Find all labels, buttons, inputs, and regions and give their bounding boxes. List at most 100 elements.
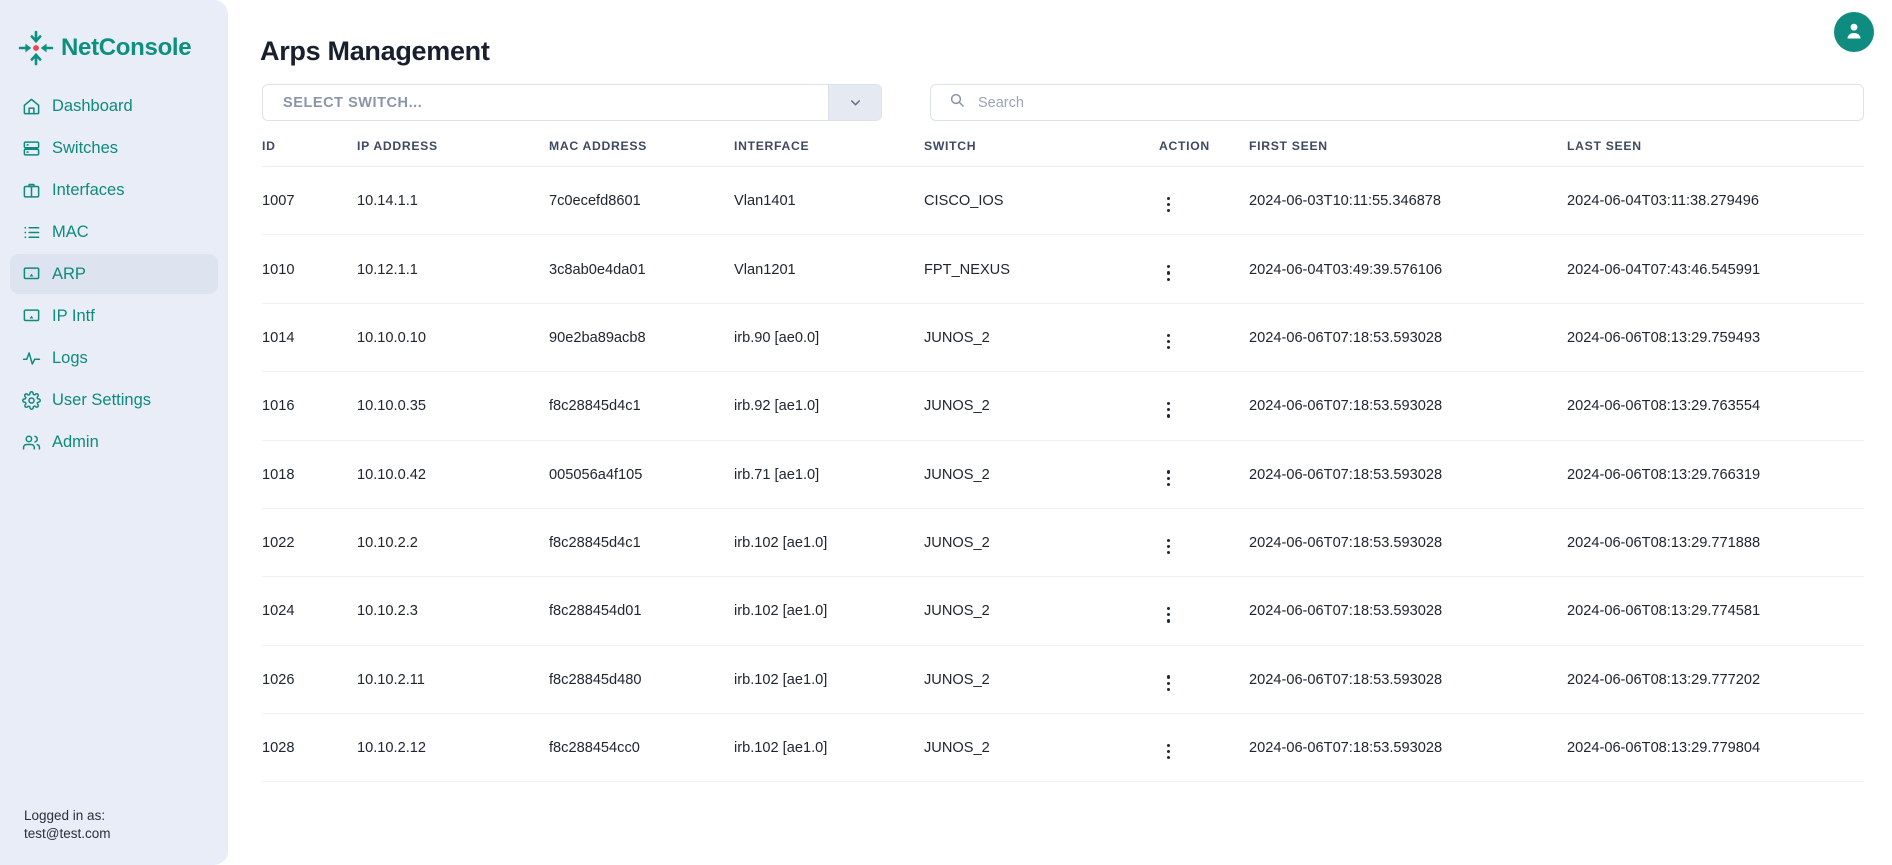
cell-action — [1159, 576, 1249, 646]
kebab-menu-icon[interactable] — [1159, 400, 1180, 420]
kebab-menu-icon[interactable] — [1159, 673, 1180, 693]
cell-switch: CISCO_IOS — [924, 166, 1159, 236]
sidebar-item-arp[interactable]: ARP — [10, 254, 218, 294]
cell-interface: Vlan1401 — [734, 166, 924, 236]
cell-switch: JUNOS_2 — [924, 440, 1159, 509]
sidebar-item-dashboard[interactable]: Dashboard — [10, 86, 218, 126]
cell-ip: 10.10.2.3 — [357, 576, 549, 646]
cell-interface: irb.102 [ae1.0] — [734, 576, 924, 646]
sidebar-item-ip-intf[interactable]: IP Intf — [10, 296, 218, 336]
cell-last-seen: 2024-06-04T07:43:46.545991 — [1567, 234, 1864, 304]
cell-action — [1159, 645, 1249, 715]
kebab-menu-icon[interactable] — [1159, 332, 1180, 352]
column-header-first-seen[interactable]: FIRST SEEN — [1249, 139, 1567, 167]
cell-last-seen: 2024-06-06T08:13:29.777202 — [1567, 645, 1864, 715]
table-row[interactable]: 1007 10.14.1.1 7c0ecefd8601 Vlan1401 CISCO_I… — [262, 166, 1864, 236]
cell-ip: 10.10.0.42 — [357, 440, 549, 509]
cell-first-seen: 2024-06-06T07:18:53.593028 — [1249, 713, 1567, 783]
sidebar-item-user-settings[interactable]: User Settings — [10, 380, 218, 420]
column-header-id[interactable]: ID — [262, 139, 357, 167]
cell-first-seen: 2024-06-06T07:18:53.593028 — [1249, 371, 1567, 441]
converge-arrows-icon — [18, 30, 54, 66]
column-header-switch[interactable]: SWITCH — [924, 139, 1159, 167]
sidebar-item-label: Interfaces — [52, 180, 125, 199]
cell-mac: 7c0ecefd8601 — [549, 166, 734, 236]
search-input[interactable] — [978, 85, 1849, 120]
main-content: Arps Management SELECT SWITCH... Search … — [228, 0, 1892, 865]
sidebar-item-logs[interactable]: Logs — [10, 338, 218, 378]
column-header-mac[interactable]: MAC ADDRESS — [549, 139, 734, 167]
switch-select-value[interactable]: SELECT SWITCH... — [263, 85, 828, 120]
logged-in-email: test@test.com — [24, 826, 111, 842]
table-row[interactable]: 1028 10.10.2.12 f8c288454cc0 irb.102 [ae1.0… — [262, 713, 1864, 783]
kebab-menu-icon[interactable] — [1159, 742, 1180, 762]
column-header-interface[interactable]: INTERFACE — [734, 139, 924, 167]
cell-switch: JUNOS_2 — [924, 303, 1159, 373]
kebab-menu-icon[interactable] — [1159, 468, 1180, 488]
search-icon — [949, 92, 965, 113]
monitor-icon — [22, 307, 41, 326]
cell-switch: JUNOS_2 — [924, 371, 1159, 441]
sidebar-item-label: Switches — [52, 138, 119, 157]
cell-first-seen: 2024-06-06T07:18:53.593028 — [1249, 576, 1567, 646]
sidebar-item-switches[interactable]: Switches — [10, 128, 218, 168]
cell-mac: f8c28845d4c1 — [549, 371, 734, 441]
cell-mac: f8c28845d4c1 — [549, 508, 734, 578]
table-row[interactable]: 1022 10.10.2.2 f8c28845d4c1 irb.102 [ae1.0]… — [262, 508, 1864, 578]
sidebar: NetConsole Dashboard Switches Interfaces… — [0, 0, 228, 865]
table-row[interactable]: 1010 10.12.1.1 3c8ab0e4da01 Vlan1201 FPT_NEX… — [262, 234, 1864, 304]
table-row[interactable]: 1026 10.10.2.11 f8c28845d480 irb.102 [ae1.0… — [262, 645, 1864, 715]
user-avatar-button[interactable] — [1834, 12, 1874, 52]
cell-id: 1007 — [262, 166, 357, 236]
cell-interface: irb.71 [ae1.0] — [734, 440, 924, 509]
list-icon — [22, 223, 41, 242]
cell-mac: f8c28845d480 — [549, 645, 734, 715]
cell-last-seen: 2024-06-06T08:13:29.763554 — [1567, 371, 1864, 441]
cell-last-seen: 2024-06-06T08:13:29.771888 — [1567, 508, 1864, 578]
cell-first-seen: 2024-06-06T07:18:53.593028 — [1249, 303, 1567, 373]
table-row[interactable]: 1024 10.10.2.3 f8c288454d01 irb.102 [ae1.0]… — [262, 576, 1864, 646]
sidebar-nav: Dashboard Switches Interfaces MAC ARP IP… — [0, 80, 228, 462]
cell-action — [1159, 234, 1249, 304]
cell-action — [1159, 303, 1249, 373]
sidebar-item-label: Dashboard — [52, 96, 133, 115]
kebab-menu-icon[interactable] — [1159, 605, 1180, 625]
cell-ip: 10.10.2.2 — [357, 508, 549, 578]
cell-interface: irb.102 [ae1.0] — [734, 713, 924, 783]
table-row[interactable]: 1014 10.10.0.10 90e2ba89acb8 irb.90 [ae0.0]… — [262, 303, 1864, 373]
sidebar-item-interfaces[interactable]: Interfaces — [10, 170, 218, 210]
cell-ip: 10.10.2.11 — [357, 645, 549, 715]
search-box[interactable] — [930, 84, 1864, 121]
cell-ip: 10.12.1.1 — [357, 234, 549, 304]
table-head: ID IP ADDRESS MAC ADDRESS INTERFACE SWIT… — [262, 139, 1864, 167]
logged-in-label: Logged in as: — [24, 808, 106, 824]
gear-icon — [22, 390, 41, 410]
cell-mac: f8c288454cc0 — [549, 713, 734, 783]
table-row[interactable]: 1018 10.10.0.42 005056a4f105 irb.71 [ae1.0]… — [262, 440, 1864, 509]
sidebar-item-label: ARP — [52, 264, 86, 283]
switch-select[interactable]: SELECT SWITCH... — [262, 84, 882, 121]
cell-action — [1159, 508, 1249, 578]
cell-id: 1026 — [262, 645, 357, 715]
chevron-down-icon[interactable] — [828, 85, 881, 120]
cell-id: 1018 — [262, 440, 357, 509]
cell-ip: 10.14.1.1 — [357, 166, 549, 236]
sidebar-item-mac[interactable]: MAC — [10, 212, 218, 252]
kebab-menu-icon[interactable] — [1159, 263, 1180, 283]
cell-interface: Vlan1201 — [734, 234, 924, 304]
sidebar-item-label: IP Intf — [52, 306, 95, 325]
cell-first-seen: 2024-06-06T07:18:53.593028 — [1249, 645, 1567, 715]
sidebar-item-admin[interactable]: Admin — [10, 422, 218, 462]
brand[interactable]: NetConsole — [0, 0, 228, 80]
cell-last-seen: 2024-06-06T08:13:29.766319 — [1567, 440, 1864, 509]
table-row[interactable]: 1016 10.10.0.35 f8c28845d4c1 irb.92 [ae1.0]… — [262, 371, 1864, 441]
kebab-menu-icon[interactable] — [1159, 195, 1180, 215]
cell-action — [1159, 371, 1249, 441]
kebab-menu-icon[interactable] — [1159, 537, 1180, 557]
monitor-icon — [22, 265, 41, 284]
column-header-last-seen[interactable]: LAST SEEN — [1567, 139, 1864, 167]
sidebar-footer: Logged in as: test@test.com — [0, 807, 228, 865]
column-header-ip[interactable]: IP ADDRESS — [357, 139, 549, 167]
cell-interface: irb.102 [ae1.0] — [734, 508, 924, 578]
cell-last-seen: 2024-06-04T03:11:38.279496 — [1567, 166, 1864, 236]
